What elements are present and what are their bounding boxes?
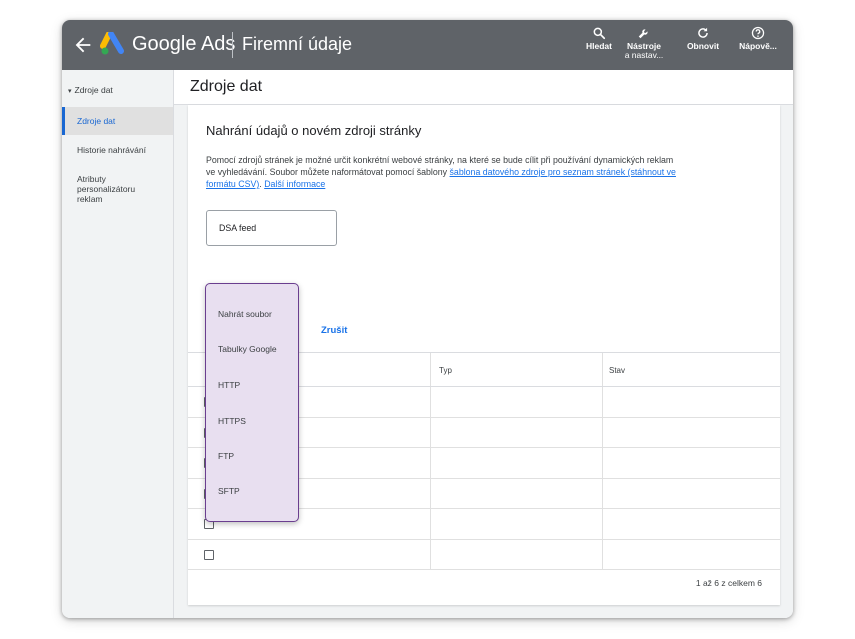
sidebar: ▾ Zdroje dat Zdroje dat Historie nahráván… <box>62 70 174 618</box>
dropdown-option-upload-file[interactable]: Nahrát soubor <box>218 309 272 319</box>
column-divider <box>430 387 431 417</box>
column-divider <box>430 509 431 539</box>
app-window: Google Ads Firemní údaje Hledat Nástroje… <box>62 20 793 618</box>
dropdown-option-google-sheets[interactable]: Tabulky Google <box>218 344 277 354</box>
cancel-button[interactable]: Zrušit <box>321 325 347 336</box>
tools-label-line2: a nastav... <box>624 50 664 60</box>
tools-settings-button[interactable]: Nástroje a nastav... <box>618 26 670 60</box>
top-bar: Google Ads Firemní údaje Hledat Nástroje… <box>62 20 793 70</box>
column-divider <box>430 448 431 478</box>
sidebar-item-label: reklam <box>77 194 103 204</box>
main-title: Zdroje dat <box>190 78 263 95</box>
dropdown-option-https[interactable]: HTTPS <box>218 416 246 426</box>
back-arrow-icon[interactable] <box>72 34 94 56</box>
sidebar-item-label: Atributy <box>77 174 106 184</box>
brand-ads: Ads <box>200 33 236 55</box>
sidebar-item-ad-customizer-attributes[interactable]: Atributy personalizátoru reklam <box>62 174 173 204</box>
card-title: Nahrání údajů o novém zdroji stránky <box>206 123 422 138</box>
dropdown-option-http[interactable]: HTTP <box>218 380 240 390</box>
column-divider <box>602 417 603 447</box>
column-divider <box>430 353 431 386</box>
help-button[interactable]: Nápově... <box>732 26 784 51</box>
column-divider <box>602 509 603 539</box>
refresh-label: Obnovit <box>686 41 720 51</box>
column-divider <box>602 387 603 417</box>
sidebar-item-label: Zdroje dat <box>77 116 116 126</box>
column-divider <box>602 353 603 386</box>
column-divider <box>430 539 431 569</box>
table-row <box>188 539 780 570</box>
caret-down-icon: ▾ <box>68 88 72 95</box>
sidebar-item-data-sources[interactable]: Zdroje dat <box>62 107 173 135</box>
column-divider <box>602 539 603 569</box>
wrench-icon <box>638 29 648 39</box>
dropdown-option-sftp[interactable]: SFTP <box>218 486 240 496</box>
sidebar-item-label: Historie nahrávání <box>77 145 146 155</box>
help-icon <box>751 26 765 40</box>
column-divider <box>602 448 603 478</box>
learn-more-link[interactable]: Další informace <box>264 179 325 189</box>
column-divider <box>602 478 603 508</box>
title-divider <box>232 32 233 58</box>
page-title: Firemní údaje <box>242 34 353 54</box>
column-header-type[interactable]: Typ <box>439 366 452 375</box>
column-divider <box>430 478 431 508</box>
google-ads-logo-icon <box>100 32 124 55</box>
help-label: Nápově... <box>739 41 777 51</box>
feed-name-input[interactable]: DSA feed <box>206 210 337 246</box>
source-type-dropdown: Nahrát soubor Tabulky Google HTTP HTTPS … <box>205 283 299 522</box>
description: Pomocí zdrojů stránek je možné určit kon… <box>206 154 676 190</box>
pagination-summary: 1 až 6 z celkem 6 <box>695 578 762 588</box>
brand-name: Google Ads <box>132 33 235 56</box>
column-divider <box>430 417 431 447</box>
main-header: Zdroje dat <box>174 70 793 105</box>
search-icon <box>593 27 606 40</box>
sidebar-group-label: Zdroje dat <box>74 85 113 95</box>
brand-google: Google <box>132 33 197 55</box>
sidebar-group-data-sources[interactable]: ▾ Zdroje dat <box>68 85 113 95</box>
dropdown-option-ftp[interactable]: FTP <box>218 451 234 461</box>
column-header-status[interactable]: Stav <box>609 366 625 375</box>
refresh-button[interactable]: Obnovit <box>677 26 729 51</box>
sidebar-item-label: personalizátoru <box>77 184 136 194</box>
row-checkbox[interactable] <box>204 549 214 560</box>
refresh-icon <box>698 27 708 38</box>
sidebar-item-upload-history[interactable]: Historie nahrávání <box>62 145 173 155</box>
